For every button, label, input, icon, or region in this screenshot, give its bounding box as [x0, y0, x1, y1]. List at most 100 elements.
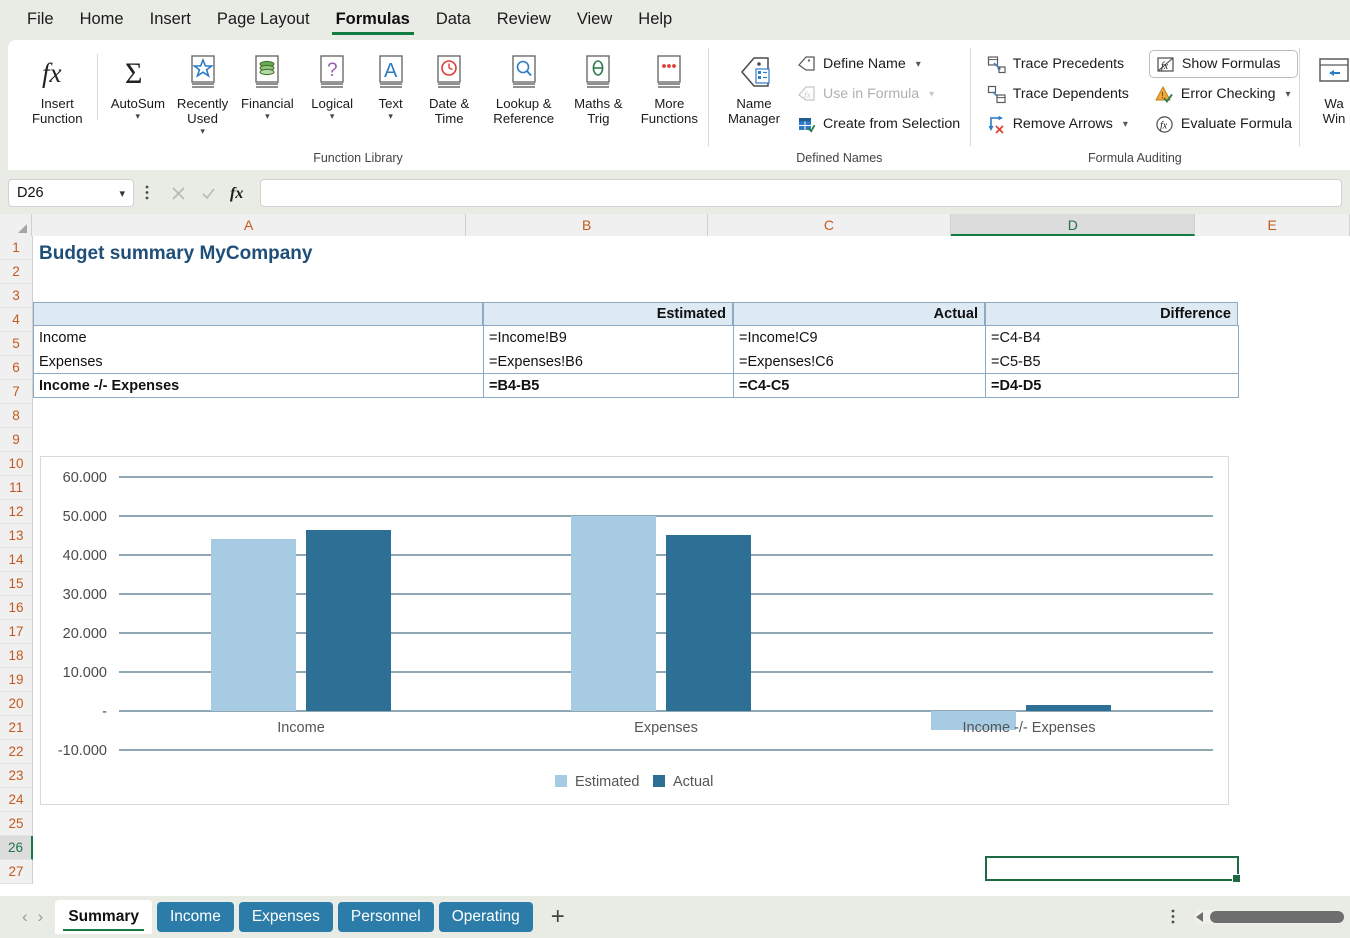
row-header-15[interactable]: 15	[0, 572, 33, 596]
chevron-down-icon[interactable]: ▾	[388, 111, 393, 121]
select-all-corner[interactable]	[0, 214, 32, 236]
chevron-down-icon[interactable]: ▾	[929, 89, 934, 100]
ribbon-tab-file[interactable]: File	[14, 4, 67, 39]
financial-button[interactable]: Financial ▾	[235, 46, 300, 125]
trace-precedents-button[interactable]: Trace Precedents	[981, 50, 1135, 78]
remove-arrows-button[interactable]: Remove Arrows ▾	[981, 110, 1135, 138]
lookup-reference-button[interactable]: Lookup & Reference	[482, 46, 566, 130]
budget-chart[interactable]: 60.000 50.000 40.000 30.000 20.000 10.00…	[40, 456, 1229, 805]
cell-c5[interactable]: =Expenses!C6	[736, 350, 978, 374]
cell-a1[interactable]: Budget summary MyCompany	[36, 240, 496, 268]
row-header-9[interactable]: 9	[0, 428, 33, 452]
row-header-8[interactable]: 8	[0, 404, 33, 428]
row-header-25[interactable]: 25	[0, 812, 33, 836]
row-header-26[interactable]: 26	[0, 836, 33, 860]
ribbon-tab-insert[interactable]: Insert	[137, 4, 204, 39]
cell-a5[interactable]: Expenses	[36, 350, 476, 374]
ribbon-tab-review[interactable]: Review	[484, 4, 564, 39]
scrollbar-thumb[interactable]	[1210, 911, 1344, 923]
row-header-1[interactable]: 1	[0, 236, 33, 260]
define-name-button[interactable]: Define Name ▾	[791, 50, 966, 78]
column-header-c[interactable]: C	[708, 214, 951, 236]
cell-a3[interactable]	[33, 302, 483, 326]
row-header-27[interactable]: 27	[0, 860, 33, 884]
formula-input[interactable]	[260, 179, 1342, 207]
chevron-left-icon[interactable]: ‹	[22, 907, 28, 927]
insert-function-button[interactable]: fx Insert Function	[24, 46, 91, 130]
cell-b5[interactable]: =Expenses!B6	[486, 350, 726, 374]
chevron-down-icon[interactable]: ▾	[136, 111, 141, 121]
logical-button[interactable]: ? Logical ▾	[300, 46, 365, 125]
row-header-22[interactable]: 22	[0, 740, 33, 764]
cancel-formula-button[interactable]	[164, 180, 192, 206]
chevron-down-icon[interactable]: ▾	[330, 111, 335, 121]
column-header-d[interactable]: D	[951, 214, 1195, 236]
row-header-10[interactable]: 10	[0, 452, 33, 476]
sheet-options-icon[interactable]	[1164, 908, 1182, 926]
confirm-formula-button[interactable]	[194, 180, 222, 206]
column-header-a[interactable]: A	[32, 214, 467, 236]
ribbon-tab-help[interactable]: Help	[625, 4, 685, 39]
row-header-2[interactable]: 2	[0, 260, 33, 284]
column-header-b[interactable]: B	[466, 214, 707, 236]
horizontal-scrollbar[interactable]	[1194, 909, 1344, 925]
recently-used-button[interactable]: Recently Used ▾	[170, 46, 235, 140]
show-formulas-button[interactable]: fx Show Formulas	[1149, 50, 1298, 78]
row-header-13[interactable]: 13	[0, 524, 33, 548]
evaluate-formula-button[interactable]: fx Evaluate Formula	[1149, 110, 1298, 138]
ribbon-tab-data[interactable]: Data	[423, 4, 484, 39]
create-from-selection-button[interactable]: Create from Selection	[791, 110, 966, 138]
watch-window-button[interactable]: Wa Win	[1308, 46, 1350, 130]
row-header-18[interactable]: 18	[0, 644, 33, 668]
cell-b6[interactable]: =B4-B5	[486, 374, 726, 398]
row-header-21[interactable]: 21	[0, 716, 33, 740]
ribbon-tab-view[interactable]: View	[564, 4, 625, 39]
sheet-tab-income[interactable]: Income	[157, 902, 234, 932]
cell-a6[interactable]: Income -/- Expenses	[36, 374, 476, 398]
sheet-tab-personnel[interactable]: Personnel	[338, 902, 434, 932]
row-header-24[interactable]: 24	[0, 788, 33, 812]
row-header-6[interactable]: 6	[0, 356, 33, 380]
error-checking-button[interactable]: ! Error Checking ▾	[1149, 80, 1298, 108]
ribbon-tab-formulas[interactable]: Formulas	[323, 4, 423, 39]
more-functions-button[interactable]: More Functions	[631, 46, 708, 130]
chevron-down-icon[interactable]: ▾	[1123, 119, 1128, 130]
row-header-23[interactable]: 23	[0, 764, 33, 788]
cell-d6[interactable]: =D4-D5	[988, 374, 1231, 398]
sheet-tab-operating[interactable]: Operating	[439, 902, 533, 932]
active-cell-d26[interactable]	[985, 856, 1239, 881]
name-box-options-icon[interactable]	[138, 184, 156, 202]
ribbon-tab-home[interactable]: Home	[67, 4, 137, 39]
row-header-4[interactable]: 4	[0, 308, 33, 332]
column-header-e[interactable]: E	[1195, 214, 1350, 236]
row-header-16[interactable]: 16	[0, 596, 33, 620]
row-header-11[interactable]: 11	[0, 476, 33, 500]
ribbon-tab-page-layout[interactable]: Page Layout	[204, 4, 323, 39]
insert-function-icon[interactable]: fx	[224, 180, 252, 206]
chevron-down-icon[interactable]: ▾	[916, 59, 921, 70]
text-button[interactable]: A Text ▾	[365, 46, 417, 125]
sheet-tab-expenses[interactable]: Expenses	[239, 902, 333, 932]
name-box[interactable]: D26 ▾	[8, 179, 134, 207]
row-header-5[interactable]: 5	[0, 332, 33, 356]
chevron-down-icon[interactable]: ▾	[265, 111, 270, 121]
cell-d4[interactable]: =C4-B4	[988, 326, 1231, 350]
add-sheet-button[interactable]: +	[551, 905, 565, 929]
row-header-19[interactable]: 19	[0, 668, 33, 692]
cell-d5[interactable]: =C5-B5	[988, 350, 1231, 374]
maths-trig-button[interactable]: Maths & Trig	[566, 46, 631, 130]
row-header-17[interactable]: 17	[0, 620, 33, 644]
chevron-right-icon[interactable]: ›	[38, 907, 44, 927]
cell-b4[interactable]: =Income!B9	[486, 326, 726, 350]
row-header-12[interactable]: 12	[0, 500, 33, 524]
name-manager-button[interactable]: Name Manager	[717, 46, 791, 130]
scroll-left-arrow-icon[interactable]	[1196, 912, 1203, 922]
row-header-7[interactable]: 7	[0, 380, 33, 404]
cell-a4[interactable]: Income	[36, 326, 476, 350]
cell-c4[interactable]: =Income!C9	[736, 326, 978, 350]
trace-dependents-button[interactable]: Trace Dependents	[981, 80, 1135, 108]
row-header-14[interactable]: 14	[0, 548, 33, 572]
date-time-button[interactable]: Date & Time	[417, 46, 482, 130]
row-header-3[interactable]: 3	[0, 284, 33, 308]
chevron-down-icon[interactable]: ▾	[200, 126, 205, 136]
